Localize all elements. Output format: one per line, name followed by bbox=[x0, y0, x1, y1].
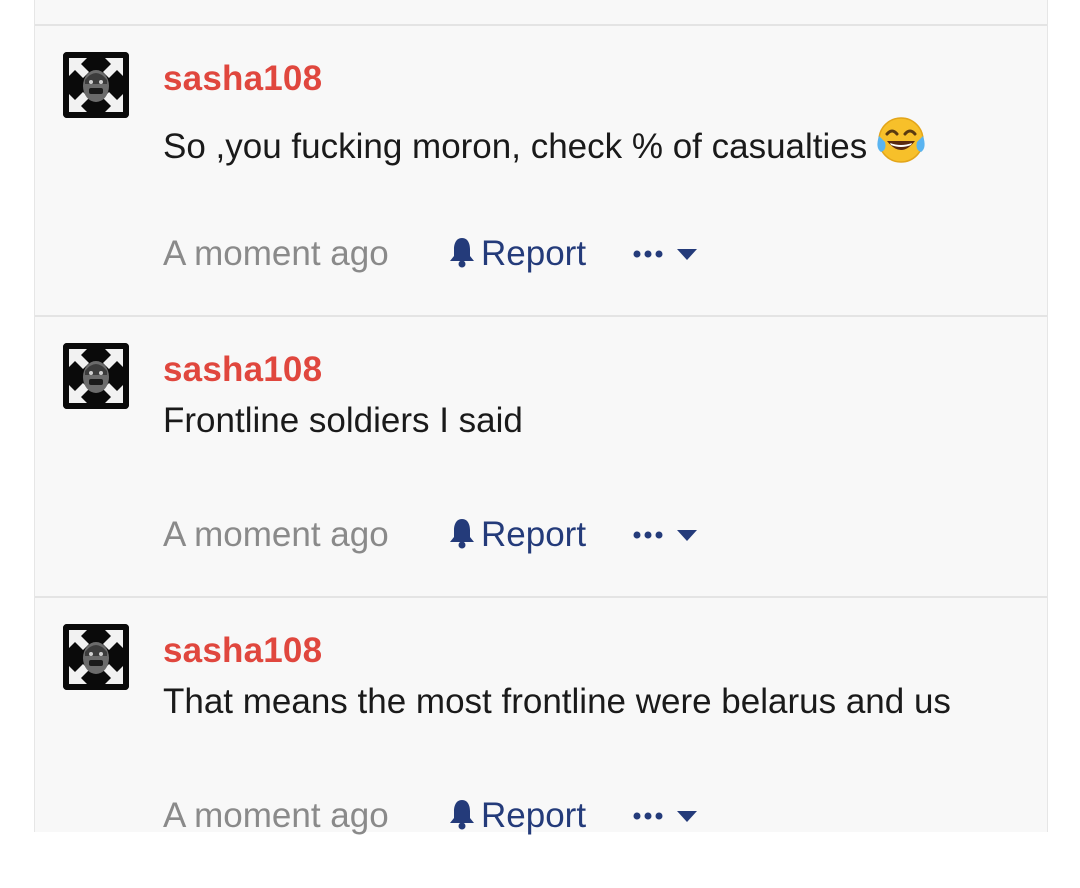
comment-item: sasha108 Frontline soldiers I said A mom… bbox=[35, 315, 1047, 607]
username[interactable]: sasha108 bbox=[163, 59, 322, 99]
comment-item: sasha108 That means the most frontline w… bbox=[35, 596, 1047, 888]
comment-thread: sasha108 So ,you fucking moron, check % … bbox=[34, 0, 1048, 835]
bell-icon bbox=[447, 234, 481, 273]
username[interactable]: sasha108 bbox=[163, 631, 322, 671]
tears-of-joy-emoji-icon bbox=[875, 114, 927, 175]
comment-text: Frontline soldiers I said bbox=[163, 401, 523, 440]
caret-down-icon bbox=[677, 811, 697, 822]
more-options-button[interactable] bbox=[633, 525, 703, 550]
report-label: Report bbox=[481, 796, 587, 835]
caret-down-icon bbox=[677, 249, 697, 260]
avatar[interactable] bbox=[63, 343, 129, 409]
username[interactable]: sasha108 bbox=[163, 350, 322, 390]
ellipsis-icon bbox=[633, 531, 663, 539]
timestamp: A moment ago bbox=[163, 796, 389, 835]
avatar[interactable] bbox=[63, 52, 129, 118]
timestamp: A moment ago bbox=[163, 515, 389, 554]
ellipsis-icon bbox=[633, 250, 663, 258]
report-label: Report bbox=[481, 234, 587, 273]
report-button[interactable]: Report bbox=[447, 234, 586, 274]
comment-text-content: So ,you fucking moron, check % of casual… bbox=[163, 127, 868, 166]
bell-icon bbox=[447, 515, 481, 554]
more-options-button[interactable] bbox=[633, 806, 703, 831]
timestamp: A moment ago bbox=[163, 234, 389, 273]
report-button[interactable]: Report bbox=[447, 515, 586, 555]
comment-text: So ,you fucking moron, check % of casual… bbox=[163, 114, 927, 175]
ellipsis-icon bbox=[633, 812, 663, 820]
comment-actions: A moment ago Report bbox=[163, 515, 763, 559]
bell-icon bbox=[447, 796, 481, 835]
more-options-button[interactable] bbox=[633, 244, 703, 269]
comment-item: sasha108 So ,you fucking moron, check % … bbox=[35, 24, 1047, 316]
report-button[interactable]: Report bbox=[447, 796, 586, 836]
caret-down-icon bbox=[677, 530, 697, 541]
comment-actions: A moment ago Report bbox=[163, 234, 763, 278]
avatar[interactable] bbox=[63, 624, 129, 690]
comment-actions: A moment ago Report bbox=[163, 796, 763, 840]
report-label: Report bbox=[481, 515, 587, 554]
comment-text: That means the most frontline were belar… bbox=[163, 682, 951, 721]
